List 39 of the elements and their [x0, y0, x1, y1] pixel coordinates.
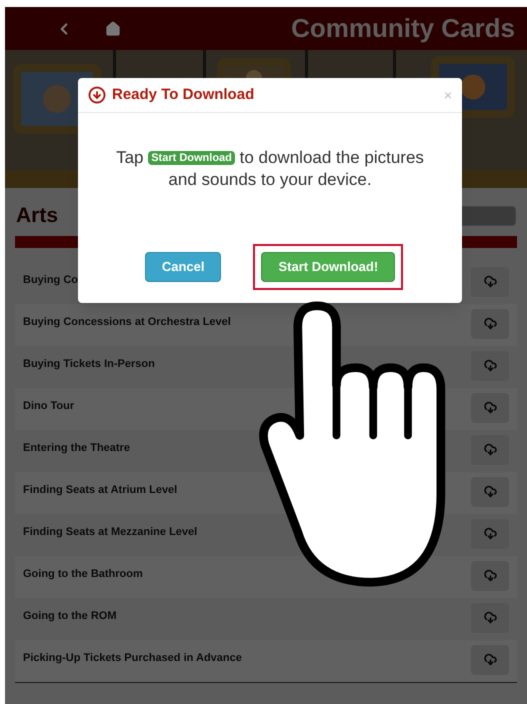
download-button[interactable] [471, 392, 509, 422]
row-label: Dino Tour [23, 398, 74, 414]
cloud-download-icon [484, 443, 496, 456]
row-label: Finding Seats at Mezzanine Level [23, 524, 198, 540]
row-label: Finding Seats at Atrium Level [23, 482, 178, 498]
row-label: Buying Tickets In-Person [23, 356, 155, 372]
cloud-download-icon [484, 317, 496, 330]
cloud-download-icon [484, 569, 496, 582]
row-label: Buying Concessions at Orchestra Level [23, 314, 231, 330]
dialog-title: Ready To Download [112, 84, 254, 105]
cancel-button[interactable]: Cancel [144, 252, 222, 282]
download-button[interactable] [471, 350, 509, 380]
section-title: Arts [16, 203, 58, 229]
close-button[interactable]: × [444, 84, 452, 106]
cloud-download-icon [484, 653, 496, 666]
row-label: Picking-Up Tickets Purchased in Advance [23, 650, 242, 666]
list-row[interactable]: Picking-Up Tickets Purchased in Advance [15, 640, 517, 682]
row-label: Buying Co [23, 272, 78, 288]
download-button[interactable] [471, 644, 509, 674]
row-label: Going to the ROM [23, 608, 116, 624]
cloud-download-icon [484, 401, 496, 414]
cloud-download-icon [484, 359, 496, 372]
download-button[interactable] [471, 266, 509, 296]
cloud-download-icon [484, 485, 496, 498]
row-label: Entering the Theatre [23, 440, 130, 456]
home-icon[interactable] [105, 20, 121, 36]
download-button[interactable] [471, 560, 509, 590]
start-download-button[interactable]: Start Download! [261, 252, 396, 282]
row-label: Going to the Bathroom [23, 566, 143, 582]
download-button[interactable] [471, 602, 509, 632]
download-icon [88, 86, 106, 104]
cloud-download-icon [484, 611, 496, 624]
cloud-download-icon [484, 527, 496, 540]
download-button[interactable] [471, 434, 509, 464]
download-button[interactable] [471, 476, 509, 506]
download-button[interactable] [471, 518, 509, 548]
cloud-download-icon [484, 275, 496, 288]
download-button[interactable] [471, 308, 509, 338]
page-title: Community Cards [291, 12, 515, 45]
